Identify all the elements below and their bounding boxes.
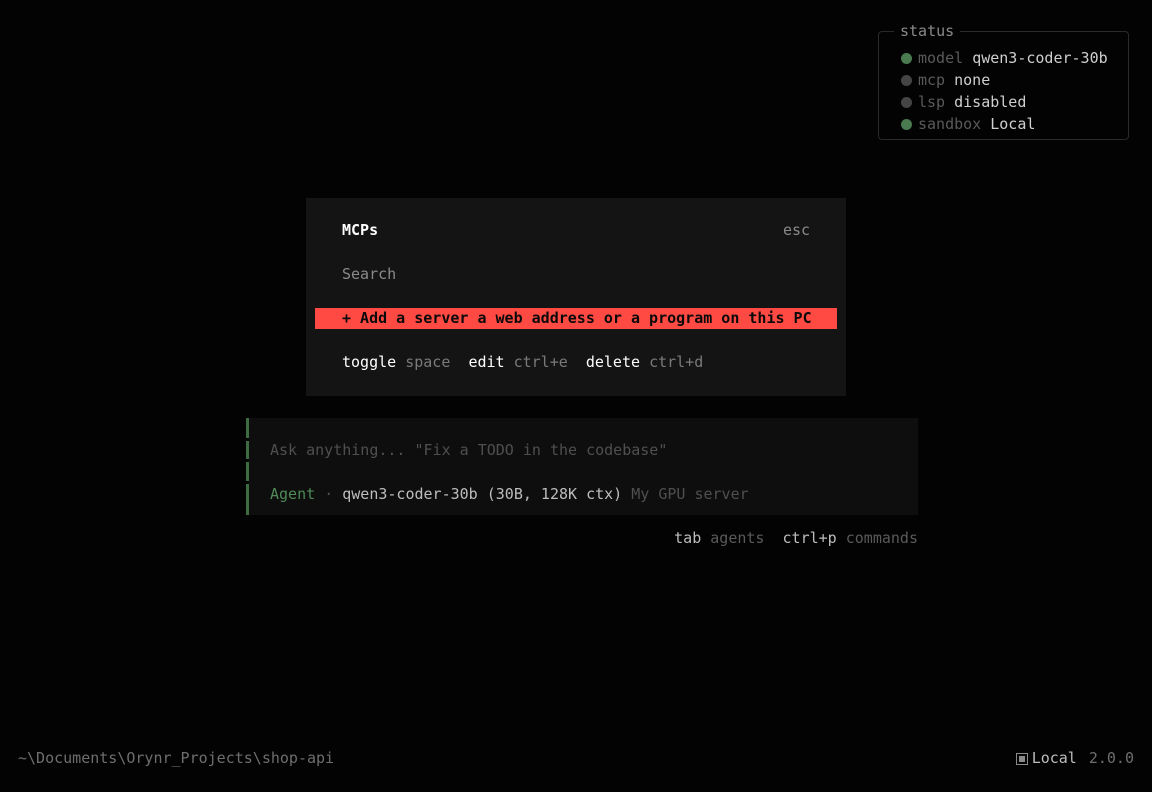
local-mode-icon: [1015, 753, 1028, 765]
status-row-lsp: lsp disabled: [901, 91, 1026, 113]
prompt-input[interactable]: [270, 440, 890, 460]
model-status-dot-icon: [901, 53, 912, 64]
tab-shortcut-key: tab: [674, 529, 702, 547]
search-input[interactable]: [342, 264, 802, 284]
footer-status: Local 2.0.0: [1015, 748, 1134, 768]
delete-hint-label[interactable]: delete: [586, 353, 640, 371]
status-value: qwen3-coder-30b: [972, 49, 1108, 67]
dialog-title: MCPs: [342, 221, 379, 239]
working-directory: ~\Documents\Orynr_Projects\shop-api: [18, 749, 335, 767]
lsp-status-dot-icon: [901, 97, 912, 108]
add-server-item[interactable]: + Add a server a web address or a progra…: [315, 308, 837, 329]
commands-shortcut-desc: commands: [845, 529, 918, 547]
agents-shortcut-desc: agents: [710, 529, 765, 547]
edit-hint-label[interactable]: edit: [468, 353, 504, 371]
status-key: lsp: [918, 93, 946, 111]
mode-label: Local: [1031, 749, 1077, 767]
status-value: disabled: [954, 93, 1027, 111]
shortcut-hints: tab agents ctrl+p commands: [674, 528, 918, 548]
ctrl-p-shortcut-key: ctrl+p: [782, 529, 837, 547]
provider-name: My GPU server: [631, 485, 749, 503]
status-key: sandbox: [918, 115, 982, 133]
status-value: Local: [990, 115, 1036, 133]
edit-hint-shortcut: ctrl+e: [513, 353, 568, 371]
agent-model-line: Agent · qwen3-coder-30b (30B, 128K ctx) …: [270, 484, 749, 504]
sandbox-status-dot-icon: [901, 119, 912, 130]
mcp-status-dot-icon: [901, 75, 912, 86]
version-label: 2.0.0: [1088, 749, 1134, 767]
status-panel-title: status: [894, 22, 961, 40]
dialog-hints: toggle space edit ctrl+e delete ctrl+d: [342, 352, 703, 372]
close-dialog-button[interactable]: esc: [783, 220, 810, 240]
toggle-hint-shortcut: space: [405, 353, 451, 371]
separator: ·: [324, 485, 334, 503]
agent-mode-label[interactable]: Agent: [270, 485, 315, 503]
toggle-hint-label[interactable]: toggle: [342, 353, 396, 371]
status-value: none: [954, 71, 991, 89]
model-name[interactable]: qwen3-coder-30b (30B, 128K ctx): [342, 485, 622, 503]
status-key: mcp: [918, 71, 946, 89]
status-row-mcp: mcp none: [901, 69, 990, 91]
status-key: model: [918, 49, 964, 67]
status-row-sandbox: sandbox Local: [901, 113, 1035, 135]
status-row-model: model qwen3-coder-30b: [901, 47, 1108, 69]
delete-hint-shortcut: ctrl+d: [649, 353, 704, 371]
